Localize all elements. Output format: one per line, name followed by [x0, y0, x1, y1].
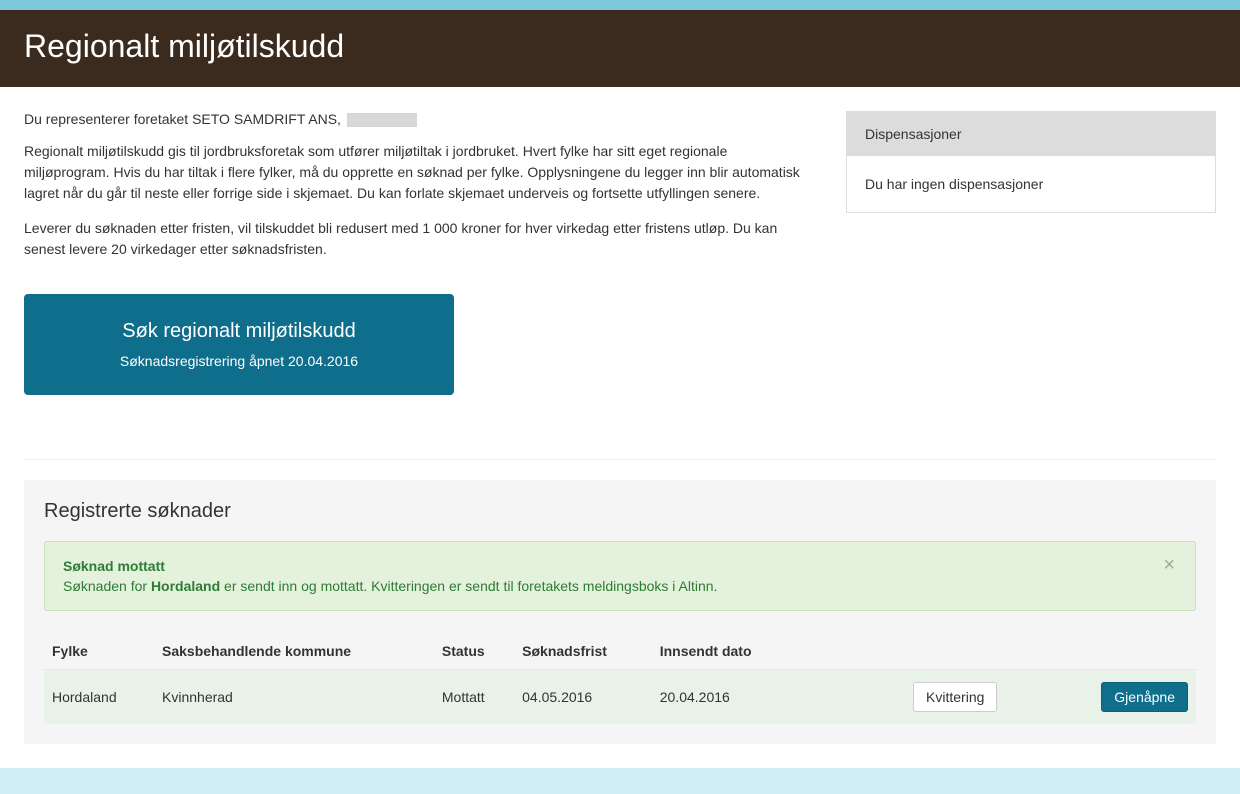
cell-kommune: Kvinnherad [154, 670, 434, 725]
cell-frist: 04.05.2016 [514, 670, 652, 725]
registered-heading: Registrerte søknader [44, 500, 1196, 523]
close-icon[interactable]: × [1157, 554, 1181, 576]
apply-button-subtitle: Søknadsregistrering åpnet 20.04.2016 [64, 353, 414, 369]
col-innsendt: Innsendt dato [652, 633, 799, 670]
intro-paragraph-2: Leverer du søknaden etter fristen, vil t… [24, 218, 814, 260]
alert-title: Søknad mottatt [63, 558, 1177, 574]
alert-body: Søknaden for Hordaland er sendt inn og m… [63, 578, 1177, 594]
alert-text-pre: Søknaden for [63, 578, 151, 594]
alert-text-bold: Hordaland [151, 578, 220, 594]
apply-button-title: Søk regionalt miljøtilskudd [64, 320, 414, 343]
kvittering-button[interactable]: Kvittering [913, 682, 997, 712]
dispensations-header: Dispensasjoner [847, 112, 1215, 156]
page-header: Regionalt miljøtilskudd [0, 10, 1240, 87]
main-column: Du representerer foretaket SETO SAMDRIFT… [24, 111, 814, 395]
redacted-org-number [347, 113, 417, 127]
col-fylke: Fylke [44, 633, 154, 670]
gjenapne-button[interactable]: Gjenåpne [1101, 682, 1188, 712]
side-column: Dispensasjoner Du har ingen dispensasjon… [846, 111, 1216, 395]
top-accent-strip [0, 0, 1240, 10]
cell-status: Mottatt [434, 670, 514, 725]
alert-text-post: er sendt inn og mottatt. Kvitteringen er… [220, 578, 717, 594]
page-title: Regionalt miljøtilskudd [24, 28, 1216, 65]
col-frist: Søknadsfrist [514, 633, 652, 670]
intro-paragraph-1: Regionalt miljøtilskudd gis til jordbruk… [24, 141, 814, 204]
bottom-accent-strip [0, 768, 1240, 794]
col-actions [799, 633, 1196, 670]
table-row: Hordaland Kvinnherad Mottatt 04.05.2016 … [44, 670, 1196, 725]
registered-applications-section: Registrerte søknader × Søknad mottatt Sø… [24, 480, 1216, 744]
col-kommune: Saksbehandlende kommune [154, 633, 434, 670]
dispensations-panel: Dispensasjoner Du har ingen dispensasjon… [846, 111, 1216, 213]
content-wrap: Du representerer foretaket SETO SAMDRIFT… [0, 87, 1240, 419]
represent-line: Du representerer foretaket SETO SAMDRIFT… [24, 111, 814, 127]
col-status: Status [434, 633, 514, 670]
cell-actions: Kvittering Gjenåpne [799, 670, 1196, 725]
cell-innsendt: 20.04.2016 [652, 670, 799, 725]
apply-button[interactable]: Søk regionalt miljøtilskudd Søknadsregis… [24, 294, 454, 395]
success-alert: × Søknad mottatt Søknaden for Hordaland … [44, 541, 1196, 611]
applications-table: Fylke Saksbehandlende kommune Status Søk… [44, 633, 1196, 724]
dispensations-body: Du har ingen dispensasjoner [847, 156, 1215, 212]
table-header-row: Fylke Saksbehandlende kommune Status Søk… [44, 633, 1196, 670]
cell-fylke: Hordaland [44, 670, 154, 725]
represent-text: Du representerer foretaket SETO SAMDRIFT… [24, 111, 341, 127]
section-divider [24, 459, 1216, 460]
